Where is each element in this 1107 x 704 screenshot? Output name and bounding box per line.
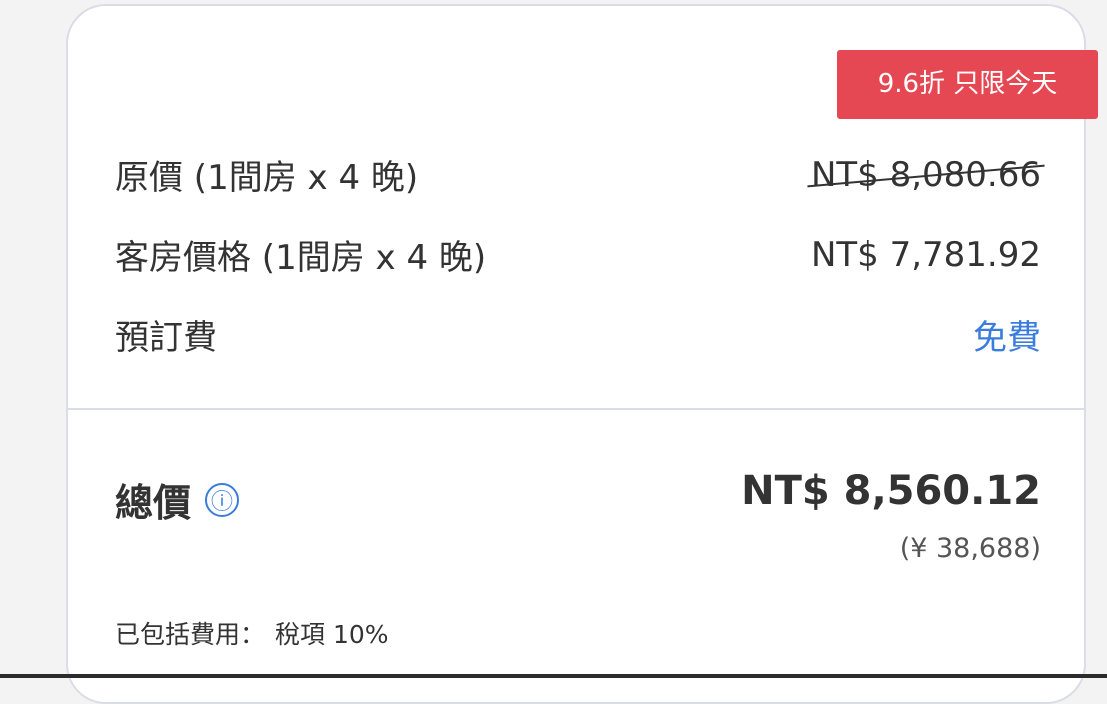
window-bottom-edge	[0, 674, 1107, 678]
included-fees-items: 稅項 10%	[275, 620, 389, 649]
booking-fee-value: 免費	[973, 318, 1041, 358]
discount-badge: 9.6折 只限今天	[837, 50, 1098, 119]
booking-fee-label: 預訂費	[115, 318, 217, 358]
included-fees: 已包括費用： 稅項 10%	[115, 615, 389, 651]
converted-price: (¥ 38,688)	[899, 533, 1041, 564]
room-price-label: 客房價格 (1間房 x 4 晚)	[115, 238, 487, 278]
room-price-row: 客房價格 (1間房 x 4 晚) NT$ 7,781.92	[115, 230, 1041, 279]
room-price-value: NT$ 7,781.92	[810, 234, 1041, 275]
original-price-row: 原價 (1間房 x 4 晚) NT$ 8,080.66	[115, 150, 1041, 199]
included-fees-label: 已包括費用：	[115, 620, 266, 649]
original-price-label: 原價 (1間房 x 4 晚)	[115, 158, 419, 198]
original-price-value: NT$ 8,080.66	[810, 154, 1041, 195]
booking-fee-row: 預訂費 免費	[115, 310, 1041, 359]
section-divider	[68, 408, 1086, 410]
total-price-label: 總價	[115, 481, 192, 525]
total-price-value: NT$ 8,560.12	[741, 468, 1041, 514]
info-icon[interactable]: ⓘ	[205, 482, 240, 517]
total-price-label-group: 總價 ⓘ	[115, 472, 240, 527]
